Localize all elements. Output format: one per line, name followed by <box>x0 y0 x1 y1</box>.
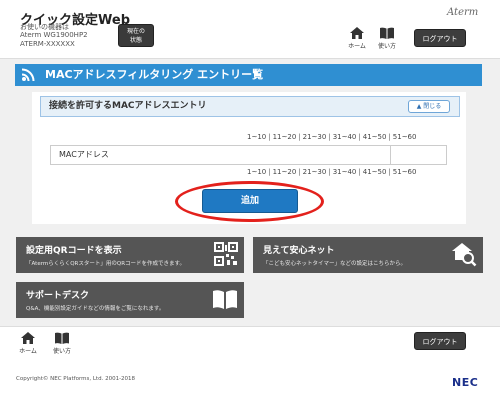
home-button[interactable]: ホーム <box>344 26 370 56</box>
pager-link[interactable]: 51~60 <box>393 168 417 176</box>
section-title: MACアドレスフィルタリング エントリー覧 <box>45 68 264 81</box>
device-serial: ATERM-XXXXXX <box>20 40 75 48</box>
usage-label: 使い方 <box>377 43 396 50</box>
panel-title: 接続を許可するMACアドレスエントリ <box>49 101 207 111</box>
tile-title: 見えて安心ネット <box>263 246 335 256</box>
usage-label: 使い方 <box>52 348 71 355</box>
pager-link[interactable]: 31~40 <box>333 168 357 176</box>
pager-link[interactable]: 41~50 <box>363 168 387 176</box>
tile-description: Q&A、機能別設定ガイドなどの情報をご覧になれます。 <box>26 306 165 312</box>
tile-description: 「こども安心ネットタイマー」などの設定はこちらから。 <box>263 261 407 267</box>
current-status-button[interactable]: 現在の 状態 <box>118 24 154 47</box>
device-model: Aterm WG1900HP2 <box>20 31 88 39</box>
book-icon <box>380 27 394 39</box>
section-title-bar: MACアドレスフィルタリング エントリー覧 <box>15 64 482 86</box>
tile-qr-code[interactable]: 設定用QRコードを表示 「AtermらくらくQRスタート」用のQRコードを作成で… <box>16 237 244 273</box>
pager-link[interactable]: 11~20 <box>273 168 297 176</box>
panel-header: 接続を許可するMACアドレスエントリ <box>40 96 460 117</box>
pager-link[interactable]: 41~50 <box>363 133 387 141</box>
pager-link[interactable]: 31~40 <box>333 133 357 141</box>
tile-title: 設定用QRコードを表示 <box>26 246 122 256</box>
usage-button[interactable]: 使い方 <box>374 26 400 56</box>
tile-title: サポートデスク <box>26 291 90 301</box>
home-icon <box>21 332 35 344</box>
column-header-action <box>392 146 446 164</box>
home-icon <box>350 27 364 39</box>
aterm-logo: Aterm <box>447 7 479 18</box>
tile-mieru-anshin-net[interactable]: 見えて安心ネット 「こども安心ネットタイマー」などの設定はこちらから。 <box>253 237 483 273</box>
home-label: ホーム <box>348 43 366 50</box>
book-icon <box>213 290 237 309</box>
pager-link[interactable]: 11~20 <box>273 133 297 141</box>
pager-bottom: 1~10 | 11~20 | 21~30 | 31~40 | 41~50 | 51~60 <box>247 168 416 176</box>
pager-link[interactable]: 1~10 <box>247 168 266 176</box>
pager-link[interactable]: 51~60 <box>393 133 417 141</box>
copyright: Copyright© NEC Platforms, Ltd. 2001-2018 <box>16 376 136 382</box>
pager-link[interactable]: 1~10 <box>247 133 266 141</box>
pager-link[interactable]: 21~30 <box>303 133 327 141</box>
highlight-annotation <box>175 181 324 222</box>
qr-code-icon <box>214 242 238 266</box>
tile-description: 「AtermらくらくQRスタート」用のQRコードを作成できます。 <box>26 261 185 267</box>
chevron-up-icon: ▲ <box>416 103 422 110</box>
footer-divider <box>0 326 500 327</box>
home-label: ホーム <box>19 348 37 355</box>
footer-usage-button[interactable]: 使い方 <box>49 331 75 361</box>
pager-link[interactable]: 21~30 <box>303 168 327 176</box>
pager-top: 1~10 | 11~20 | 21~30 | 31~40 | 41~50 | 51~60 <box>247 133 416 141</box>
footer-home-button[interactable]: ホーム <box>15 331 41 361</box>
mac-table: MACアドレス <box>50 145 447 165</box>
book-icon <box>55 332 69 344</box>
logout-button[interactable]: ログアウト <box>414 29 466 47</box>
header: クイック設定Web お使いの機器は Aterm WG1900HP2 ATERM-… <box>0 0 500 58</box>
house-search-icon <box>452 243 477 267</box>
column-header-mac: MACアドレス <box>51 146 391 164</box>
close-label: 閉じる <box>423 103 442 110</box>
tile-support-desk[interactable]: サポートデスク Q&A、機能別設定ガイドなどの情報をご覧になれます。 <box>16 282 244 318</box>
footer-logout-button[interactable]: ログアウト <box>414 332 466 350</box>
nec-logo: NEC <box>452 376 479 389</box>
close-button[interactable]: ▲ 閉じる <box>408 100 450 113</box>
wifi-icon <box>21 68 35 82</box>
